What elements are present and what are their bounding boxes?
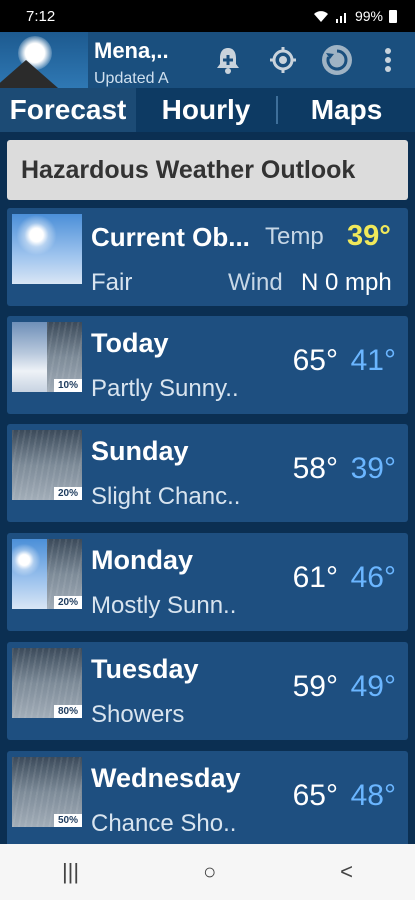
recents-icon[interactable]: ||| [62, 859, 79, 885]
forecast-desc: Showers [91, 701, 185, 728]
high-temp: 61° [292, 561, 338, 594]
low-temp: 49° [350, 670, 396, 703]
forecast-card-sunday[interactable]: 20% Sunday Slight Chanc.. 58° 39° [7, 424, 408, 522]
wind-label: Wind [228, 269, 283, 296]
tab-bar: Forecast Hourly Maps [0, 88, 415, 132]
precip-chance: 20% [53, 596, 82, 609]
forecast-card-today[interactable]: 10% Today Partly Sunny.. 65° 41° [7, 316, 408, 414]
battery-icon [389, 9, 397, 23]
current-condition: Fair [91, 269, 133, 296]
tab-maps[interactable]: Maps [278, 88, 415, 132]
current-temp: 39° [347, 220, 391, 252]
precip-chance: 80% [53, 705, 82, 718]
current-observations-card[interactable]: Current Ob... Fair Temp 39° Wind N 0 mph [7, 208, 408, 306]
back-icon[interactable]: < [340, 859, 353, 885]
mostly-sunny-icon: 20% [12, 539, 82, 609]
forecast-day: Wednesday [91, 763, 241, 793]
low-temp: 41° [350, 344, 396, 377]
wifi-icon [313, 10, 328, 22]
forecast-card-tuesday[interactable]: 80% Tuesday Showers 59° 49° [7, 642, 408, 740]
forecast-desc: Partly Sunny.. [91, 375, 239, 402]
high-temp: 65° [292, 344, 338, 377]
high-temp: 65° [292, 779, 338, 812]
tab-hourly[interactable]: Hourly [136, 88, 276, 132]
temp-label: Temp [265, 223, 324, 250]
precip-chance: 50% [53, 814, 82, 827]
home-icon[interactable]: ○ [203, 859, 216, 885]
location-title[interactable]: Mena,.. [94, 38, 169, 64]
forecast-card-monday[interactable]: 20% Monday Mostly Sunn.. 61° 46° [7, 533, 408, 631]
app-bar: Mena,.. Updated A [0, 32, 415, 88]
status-icons: 99% [313, 8, 397, 24]
tab-forecast[interactable]: Forecast [0, 88, 136, 132]
my-location-icon[interactable] [265, 42, 301, 78]
forecast-desc: Mostly Sunn.. [91, 592, 237, 619]
fair-weather-icon [12, 214, 82, 284]
low-temp: 48° [350, 779, 396, 812]
forecast-desc: Slight Chanc.. [91, 483, 241, 510]
forecast-day: Today [91, 328, 169, 358]
slight-chance-rain-icon: 20% [12, 430, 82, 500]
low-temp: 39° [350, 452, 396, 485]
forecast-desc: Chance Sho.. [91, 810, 237, 837]
status-time: 7:12 [26, 7, 56, 25]
forecast-day: Monday [91, 545, 194, 575]
overflow-menu-icon[interactable] [373, 42, 403, 78]
app-logo [0, 32, 88, 88]
forecast-day: Sunday [91, 436, 189, 466]
high-temp: 59° [292, 670, 338, 703]
chance-showers-icon: 50% [12, 757, 82, 827]
low-temp: 46° [350, 561, 396, 594]
current-title: Current Ob... [91, 222, 250, 252]
forecast-card-wednesday[interactable]: 50% Wednesday Chance Sho.. 65° 48° [7, 751, 408, 849]
partly-sunny-icon: 10% [12, 322, 82, 392]
status-bar: 7:12 99% [0, 0, 415, 32]
high-temp: 58° [292, 452, 338, 485]
signal-icon [335, 12, 346, 23]
refresh-icon[interactable] [319, 42, 355, 78]
system-nav-bar: ||| ○ < [0, 844, 415, 900]
add-alert-bell-icon[interactable] [210, 42, 246, 78]
current-wind: N 0 mph [301, 269, 392, 296]
showers-icon: 80% [12, 648, 82, 718]
updated-subtitle: Updated A [94, 70, 169, 87]
hazardous-weather-button[interactable]: Hazardous Weather Outlook [7, 140, 408, 200]
forecast-day: Tuesday [91, 654, 199, 684]
precip-chance: 20% [53, 487, 82, 500]
battery-percent: 99% [354, 8, 383, 24]
precip-chance: 10% [53, 379, 82, 392]
